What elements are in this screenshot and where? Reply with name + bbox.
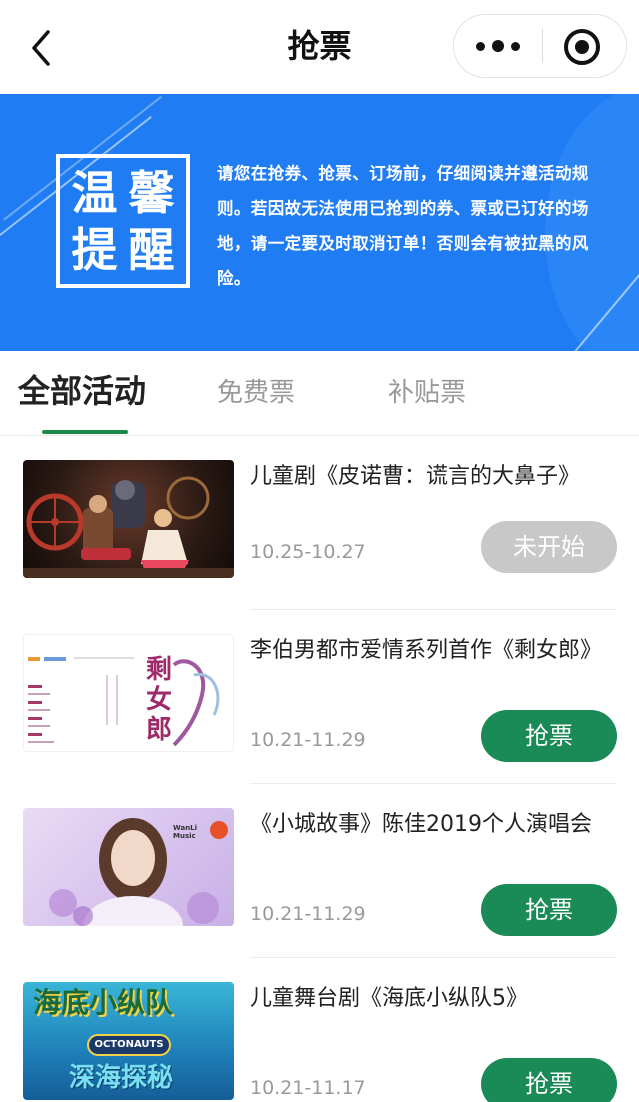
event-title: 《小城故事》陈佳2019个人演唱会 [250,812,592,837]
poster-brand-badge: OCTONAUTS [87,1034,171,1056]
poster-graphic [28,657,220,747]
event-title: 李伯男都市爱情系列首作《剩女郎》 [250,638,603,663]
grab-ticket-button[interactable]: 抢票 [481,1058,617,1102]
miniprogram-capsule [453,14,627,78]
stamp-char: 醒 [128,222,175,277]
tab-bar: 全部活动 免费票 补贴票 [0,351,639,436]
not-started-button[interactable]: 未开始 [481,521,617,573]
event-item[interactable]: 儿童剧《皮诺曹：谎言的大鼻子》 10.25-10.27 未开始 [0,436,639,610]
tab-subsidy-tickets[interactable]: 补贴票 [388,373,466,413]
event-dates: 10.21-11.17 [250,1077,366,1099]
stamp-char: 温 [71,165,118,220]
close-miniprogram-button[interactable] [564,29,600,65]
event-poster: 剩女郎 [23,634,234,752]
poster-subtitle-art: 深海探秘 [69,1063,174,1093]
event-dates: 10.21-11.29 [250,903,366,925]
navigation-bar: 抢票 [0,0,639,94]
notice-banner: 温 馨 提 醒 请您在抢券、抢票、订场前，仔细阅读并遵活动规则。若因故无法使用已… [0,94,639,351]
notice-stamp: 温 馨 提 醒 [56,154,190,288]
poster-logo: WanLi Music [173,824,198,840]
event-dates: 10.21-11.29 [250,729,366,751]
event-item[interactable]: 剩女郎 李伯男都市爱情系列首作《剩女郎》 10.21-11.29 抢票 [0,610,639,784]
tab-all-events[interactable]: 全部活动 [18,371,146,411]
stamp-char: 馨 [128,165,175,220]
poster-brand: OCTONAUTS [94,1039,164,1050]
active-tab-indicator [42,430,128,434]
grab-ticket-button[interactable]: 抢票 [481,710,617,762]
event-title: 儿童剧《皮诺曹：谎言的大鼻子》 [250,464,581,489]
stage-scene-image [23,476,234,578]
stamp-char: 提 [71,222,118,277]
event-title: 儿童舞台剧《海底小纵队5》 [250,986,528,1011]
more-button[interactable] [454,15,542,77]
notice-text: 请您在抢券、抢票、订场前，仔细阅读并遵活动规则。若因故无法使用已抢到的券、票或已… [217,164,589,288]
event-item[interactable]: WanLi Music 《小城故事》陈佳2019个人演唱会 10.21-11.2… [0,784,639,958]
poster-title-art: 剩女郎 [146,655,173,745]
event-poster: WanLi Music [23,808,234,926]
more-dot-icon [511,41,520,51]
poster-title-art: 海底小纵队 [33,986,174,1019]
event-poster [23,460,234,578]
capsule-divider [542,29,543,63]
event-dates: 10.25-10.27 [250,541,366,563]
more-dot-icon [492,40,504,52]
event-poster: 海底小纵队 OCTONAUTS 深海探秘 [23,982,234,1100]
event-item[interactable]: 海底小纵队 OCTONAUTS 深海探秘 儿童舞台剧《海底小纵队5》 10.21… [0,958,639,1102]
grab-ticket-button[interactable]: 抢票 [481,884,617,936]
tab-free-tickets[interactable]: 免费票 [217,373,295,413]
more-dot-icon [476,41,485,51]
